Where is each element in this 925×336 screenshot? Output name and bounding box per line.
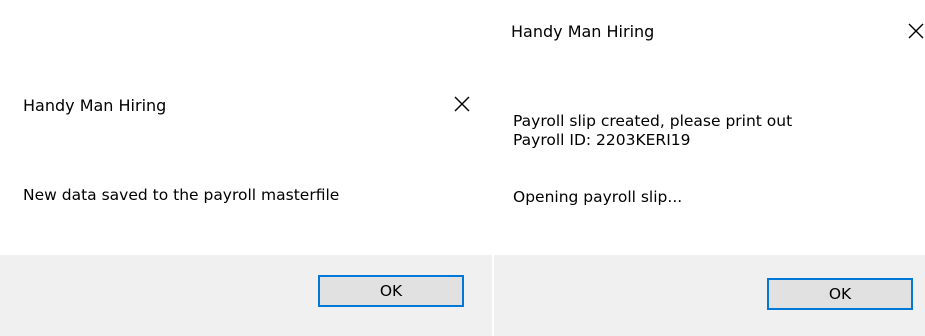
dialog-footer: OK <box>494 255 925 336</box>
close-icon-graphic <box>908 23 924 39</box>
dialog-title: Handy Man Hiring <box>23 96 167 115</box>
ok-button[interactable]: OK <box>318 275 464 307</box>
close-icon[interactable] <box>906 21 925 41</box>
close-icon-graphic <box>454 96 470 112</box>
message-dialog-payroll: Handy Man Hiring Payroll slip created, p… <box>494 0 925 336</box>
close-icon[interactable] <box>452 94 472 114</box>
message-dialog-saved: Handy Man Hiring New data saved to the p… <box>0 0 492 336</box>
payroll-id: Payroll ID: 2203KERI19 <box>513 131 691 149</box>
dialog-message: New data saved to the payroll masterfile <box>23 186 340 204</box>
dialog-message-line: Payroll slip created, please print out <box>513 112 793 130</box>
dialog-message-line: Opening payroll slip... <box>513 188 683 206</box>
ok-button[interactable]: OK <box>767 278 913 310</box>
dialog-title: Handy Man Hiring <box>511 22 655 41</box>
dialog-footer: OK <box>0 255 492 336</box>
